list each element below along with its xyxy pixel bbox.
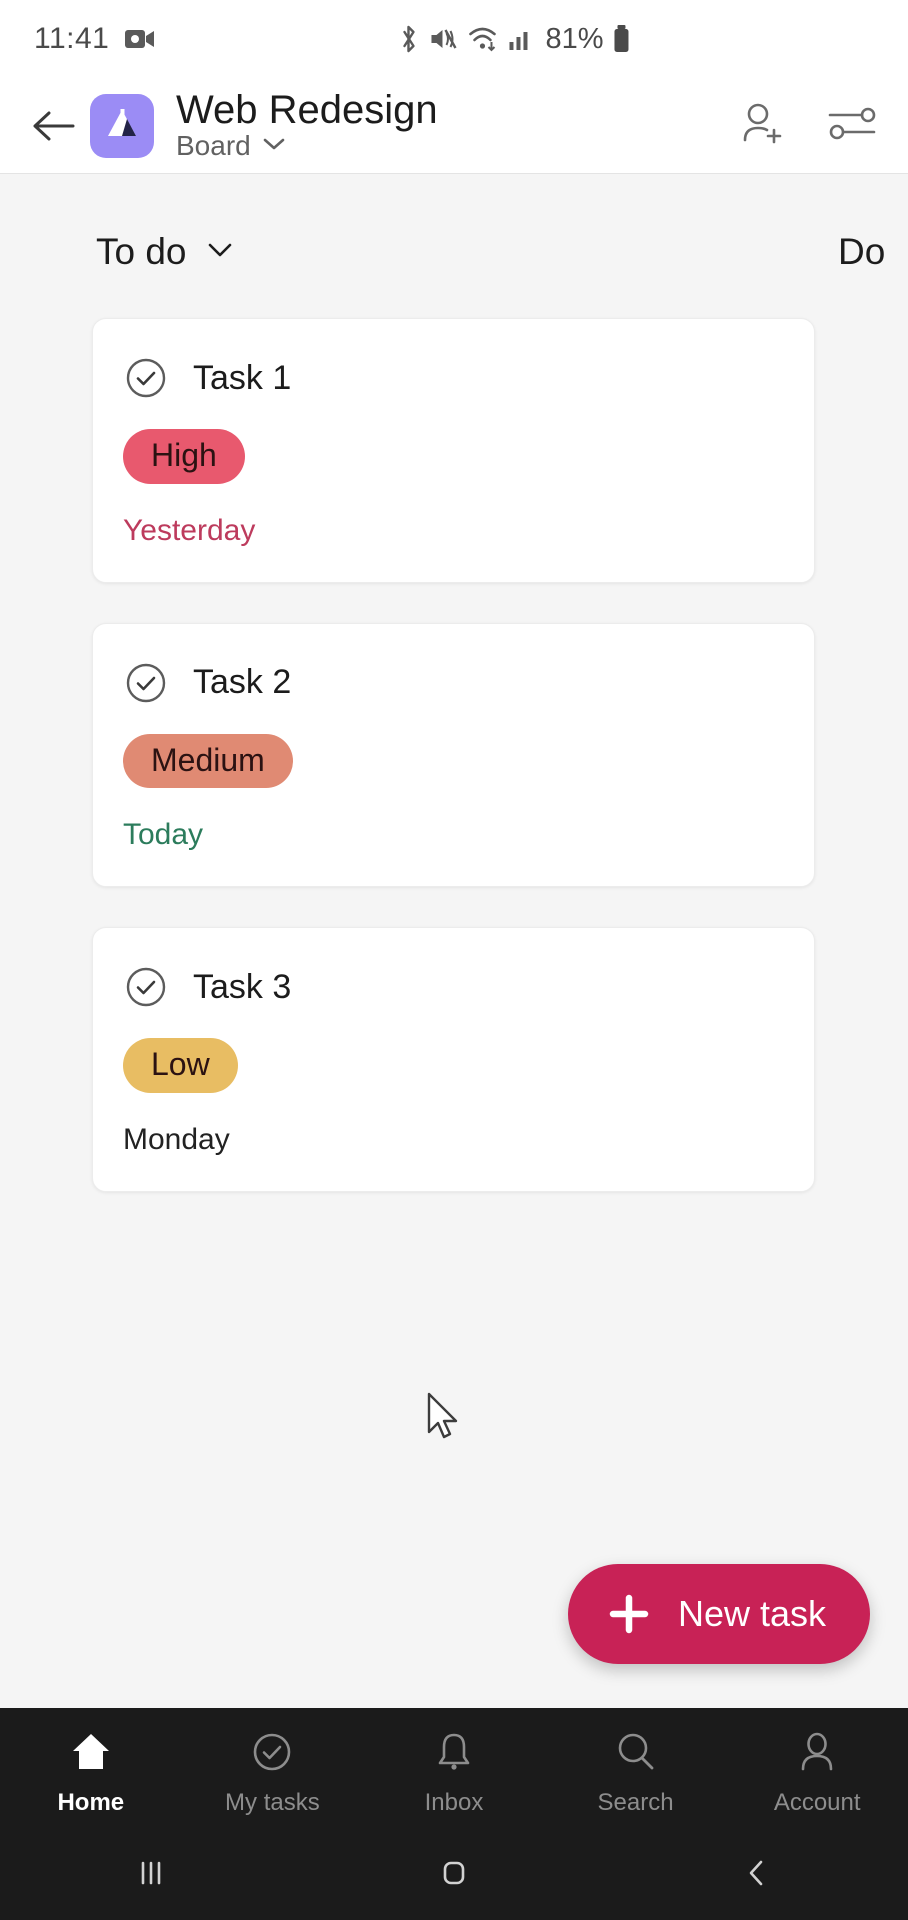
battery-icon (613, 24, 631, 54)
priority-badge: Medium (123, 733, 293, 789)
task-card-header: Task 2 (123, 660, 784, 706)
status-bar: 11:41 81% (0, 0, 908, 78)
nav-label-account: Account (773, 1789, 861, 1816)
screen-record-icon (125, 28, 155, 50)
system-navigation-bar (0, 1830, 908, 1920)
task-title: Task 1 (193, 358, 292, 397)
bluetooth-icon (397, 24, 419, 54)
check-circle-icon (249, 1727, 295, 1777)
home-square-icon (437, 1856, 471, 1895)
task-card-header: Task 3 (123, 964, 784, 1010)
nav-label-search: Search (597, 1789, 674, 1816)
add-member-button[interactable] (734, 98, 790, 154)
board-area[interactable]: To do Task 1 High Yesterday Task 2 Mediu… (0, 174, 908, 1708)
due-date: Monday (123, 1122, 230, 1156)
wifi-icon (467, 25, 499, 53)
check-circle-icon[interactable] (123, 355, 169, 401)
board-column-todo: To do Task 1 High Yesterday Task 2 Mediu… (0, 220, 820, 1232)
due-date: Yesterday (123, 513, 256, 547)
recents-button[interactable] (71, 1841, 231, 1911)
nav-label-my-tasks: My tasks (225, 1789, 320, 1816)
view-selector[interactable]: Board (176, 130, 734, 162)
status-time: 11:41 (34, 22, 110, 55)
new-task-button[interactable]: New task (567, 1564, 870, 1664)
nav-item-search[interactable]: Search (552, 1727, 720, 1817)
phone-screen: 11:41 81% Web Redesign Board To do Task … (0, 0, 908, 1920)
check-circle-icon[interactable] (123, 964, 169, 1010)
project-logo (90, 93, 154, 158)
status-bar-left: 11:41 (34, 22, 155, 56)
mouse-cursor (426, 1392, 466, 1444)
nav-label-inbox: Inbox (424, 1789, 484, 1816)
mountain-logo-icon (100, 101, 144, 150)
header-titles: Web Redesign Board (176, 87, 734, 162)
task-card-header: Task 1 (123, 355, 784, 401)
recents-icon (134, 1856, 168, 1895)
column-header-todo[interactable]: To do (0, 220, 820, 284)
view-label: Board (176, 130, 251, 162)
back-button[interactable] (22, 95, 84, 157)
card-list: Task 1 High Yesterday Task 2 Medium Toda… (0, 284, 820, 1192)
new-task-label: New task (677, 1593, 826, 1634)
board-columns: To do Task 1 High Yesterday Task 2 Mediu… (0, 174, 908, 1232)
nav-item-my-tasks[interactable]: My tasks (188, 1727, 356, 1817)
search-icon (613, 1727, 659, 1777)
nav-item-home[interactable]: Home (7, 1727, 175, 1817)
board-column-next: Do (820, 220, 885, 284)
task-card[interactable]: Task 2 Medium Today (92, 622, 815, 888)
priority-badge: Low (123, 1038, 238, 1093)
home-button[interactable] (374, 1841, 534, 1911)
battery-percent: 81% (545, 22, 604, 55)
chevron-down-icon (261, 136, 287, 157)
nav-item-account[interactable]: Account (733, 1727, 901, 1817)
column-title: To do (96, 231, 187, 272)
task-title: Task 2 (193, 663, 292, 702)
column-header-next[interactable]: Do (838, 220, 885, 284)
app-header: Web Redesign Board (0, 78, 908, 174)
person-icon (794, 1727, 840, 1777)
task-title: Task 3 (193, 967, 292, 1006)
bottom-navigation: Home My tasks Inbox Search Account (0, 1708, 908, 1830)
back-button[interactable] (677, 1841, 837, 1911)
check-circle-icon[interactable] (123, 660, 169, 706)
status-bar-right: 81% (397, 23, 630, 56)
plus-icon (606, 1591, 652, 1637)
column-title: Do (838, 231, 886, 272)
header-actions (734, 98, 880, 154)
back-chevron-icon (740, 1856, 774, 1895)
bell-icon (431, 1727, 477, 1777)
sliders-icon (826, 100, 878, 151)
task-card[interactable]: Task 1 High Yesterday (92, 318, 815, 583)
home-icon (68, 1727, 114, 1777)
chevron-down-icon[interactable] (205, 241, 235, 264)
priority-badge: High (123, 429, 245, 484)
nav-item-inbox[interactable]: Inbox (370, 1727, 538, 1817)
nav-label-home: Home (57, 1789, 125, 1816)
cellular-signal-icon (508, 27, 532, 51)
task-card[interactable]: Task 3 Low Monday (92, 927, 815, 1192)
person-add-icon (736, 97, 788, 154)
filter-button[interactable] (824, 98, 880, 154)
page-title: Web Redesign (176, 87, 438, 132)
due-date: Today (123, 818, 204, 852)
mute-icon (428, 25, 458, 53)
